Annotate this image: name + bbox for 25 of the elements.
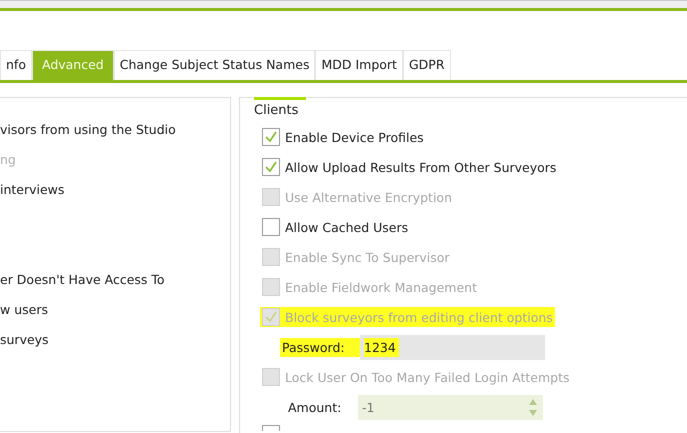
option-label: w users (0, 301, 49, 319)
group-title: Clients (254, 103, 298, 118)
option-label: ng (0, 151, 17, 169)
checkbox-label: Block surveyors from editing client options (285, 310, 553, 324)
checkbox-label: Enable Device Profiles (285, 130, 424, 144)
field-label: Password: (282, 340, 345, 354)
option-label: surveys (0, 331, 50, 349)
checkbox-label: Allow Upload Results From Other Surveyors (285, 160, 556, 174)
option-label: er Doesn't Have Access To (0, 271, 166, 289)
checkbox[interactable] (262, 425, 280, 431)
tab[interactable]: GDPR (402, 50, 451, 80)
tab[interactable]: Change Subject Status Names (114, 50, 316, 80)
checkbox-label: Use Alternative Encryption (285, 190, 452, 204)
checkbox-label: Allow Cached Users (285, 220, 408, 234)
tab[interactable]: MDD Import (315, 50, 403, 80)
checkbox[interactable] (262, 218, 280, 236)
checkbox-label: Enable Sync To Supervisor (285, 250, 450, 264)
checkbox-label: Enable Fieldwork Management (285, 280, 477, 294)
tab[interactable]: nfo (0, 50, 32, 80)
checkbox[interactable] (262, 128, 280, 146)
option-label: visors from using the Studio (0, 121, 177, 139)
field-label: Amount: (288, 400, 342, 414)
option-label: interviews (0, 181, 66, 199)
checkbox[interactable] (262, 158, 280, 176)
checkbox-label: Lock User On Too Many Failed Login Attempts (285, 370, 570, 384)
